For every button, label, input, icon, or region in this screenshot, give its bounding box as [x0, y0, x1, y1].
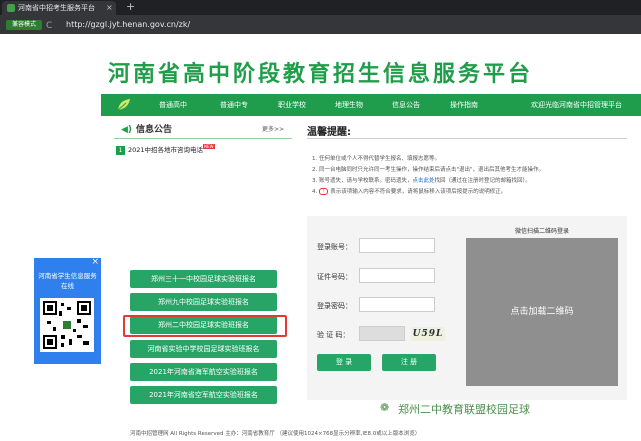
idnum-input[interactable] [359, 268, 435, 283]
register-button[interactable]: 注 册 [382, 354, 436, 371]
browser-tab[interactable]: 河南省中招考生服务平台 × [2, 1, 116, 15]
password-label: 登录密码： [317, 302, 352, 310]
url-box[interactable]: 兼容模式 C http://gzgl.jyt.henan.gov.cn/zk/ [0, 17, 320, 32]
nav-item-guide[interactable]: 操作指南 [450, 94, 478, 116]
student-service-widget: × 河南省学生信息服务在线 [34, 257, 101, 364]
tip-line: 2. 同一台电脑同时只允许同一考生操作，操作结束后请点击"退出"，退出后其他考生… [312, 167, 545, 173]
captcha-input[interactable] [359, 326, 405, 341]
tip-line: 1. 任何单位或个人不得代替学生报名、填报志愿等。 [312, 156, 440, 162]
tip-line: 4.! 表示该项输入内容不符合要求，请将鼠标移入该项后按提示的说明修正。 [312, 188, 507, 195]
leaf-logo-icon [117, 99, 130, 111]
url-text[interactable]: http://gzgl.jyt.henan.gov.cn/zk/ [66, 17, 190, 32]
announcement-text[interactable]: 2021中招各地市咨询电话 [128, 146, 203, 154]
tab-close-icon[interactable]: × [106, 1, 113, 14]
site-title: 河南省高中阶段教育招生信息服务平台 [107, 62, 533, 87]
site-favicon-icon [7, 4, 15, 12]
browser-tab-bar: 河南省中招考生服务平台 × + [0, 0, 641, 15]
welcome-text: 欢迎光临河南省中招管理平台 [531, 101, 622, 109]
new-badge: NEW [203, 144, 215, 149]
qr-code-icon [43, 301, 91, 349]
announcements-title: 信息公告 [136, 125, 173, 135]
nav-item-announcements[interactable]: 信息公告 [392, 94, 420, 116]
widget-text: 河南省学生信息服务在线 [38, 272, 97, 290]
zhengzhou-31-football-button[interactable]: 郑州三十一中校园足球实验班报名 [130, 270, 277, 288]
wechat-icon: ❁ [380, 401, 390, 414]
qr-code-image [40, 298, 94, 352]
idnum-label: 证件号码： [317, 273, 352, 281]
qr-load-text[interactable]: 点击加载二维码 [466, 238, 618, 386]
more-link[interactable]: 更多>> [262, 124, 284, 133]
address-bar: 兼容模式 C http://gzgl.jyt.henan.gov.cn/zk/ [0, 15, 641, 34]
password-input[interactable] [359, 297, 435, 312]
divider [307, 138, 627, 139]
new-tab-button[interactable]: + [126, 0, 135, 14]
warning-icon: ! [319, 188, 329, 195]
highlight-box [123, 315, 287, 337]
announcement-item[interactable]: 1 2021中招各地市咨询电话NEW [116, 144, 215, 155]
divider [114, 138, 292, 139]
nav-item-general-high-school[interactable]: 普通高中 [159, 94, 187, 116]
captcha-image[interactable]: U59L [411, 327, 445, 341]
nav-item-vocational-school[interactable]: 职业学校 [278, 94, 306, 116]
account-label: 登录账号： [317, 243, 352, 251]
zhengzhou-9-football-button[interactable]: 郑州九中校园足球实验班报名 [130, 293, 277, 311]
footer-text: 河南中招管理网 All Rights Reserved 主办：河南省教育厅 （建… [130, 431, 421, 437]
announcements-heading: ◀) 信息公告 [121, 122, 172, 135]
nav-item-geography-biology[interactable]: 地理生物 [335, 94, 363, 116]
account-input[interactable] [359, 238, 435, 253]
recover-password-link[interactable]: 点击此处 [413, 178, 435, 184]
main-navbar: 普通高中 普通中专 职业学校 地理生物 信息公告 操作指南 欢迎光临河南省中招管… [101, 94, 641, 116]
qr-login-title: 微信扫描二维码登录 [514, 228, 569, 235]
henan-experimental-football-button[interactable]: 河南省实验中学校园足球实验班报名 [130, 340, 277, 358]
tip-line: 3. 账号遗失，请与学校联系。密码遗失，点击此处找回（通过在注册时登记的邮箱找回… [312, 178, 531, 184]
login-panel: 登录账号： 证件号码： 登录密码： 验 证 码： U59L 登 录 注 册 微信… [307, 216, 627, 400]
reload-icon[interactable]: C [46, 19, 52, 33]
tab-title: 河南省中招考生服务平台 [18, 4, 95, 12]
tips-heading: 温馨提醒: [307, 127, 351, 138]
close-icon[interactable]: × [91, 257, 99, 268]
nav-item-secondary-vocational[interactable]: 普通中专 [220, 94, 248, 116]
tips-list: 1. 任何单位或个人不得代替学生报名、填报志愿等。 2. 同一台电脑同时只允许同… [312, 154, 637, 198]
item-number: 1 [116, 146, 125, 155]
watermark: ❁ 郑州二中教育联盟校园足球 [380, 401, 530, 417]
qr-login-panel: 微信扫描二维码登录 点击加载二维码 [462, 226, 622, 394]
page: 河南省高中阶段教育招生信息服务平台 普通高中 普通中专 职业学校 地理生物 信息… [0, 34, 641, 441]
footer: 河南中招管理网 All Rights Reserved 主办：河南省教育厅 （建… [0, 428, 641, 441]
speaker-icon: ◀) [121, 125, 133, 135]
air-force-aviation-button[interactable]: 2021年河南省空军航空实验班报名 [130, 386, 277, 404]
compat-mode-badge[interactable]: 兼容模式 [6, 20, 42, 30]
login-button[interactable]: 登 录 [317, 354, 371, 371]
captcha-label: 验 证 码： [317, 331, 350, 339]
watermark-text: 郑州二中教育联盟校园足球 [398, 403, 530, 416]
navy-aviation-button[interactable]: 2021年河南省海军航空实验班报名 [130, 363, 277, 381]
qr-load-area[interactable]: 点击加载二维码 [466, 238, 618, 386]
